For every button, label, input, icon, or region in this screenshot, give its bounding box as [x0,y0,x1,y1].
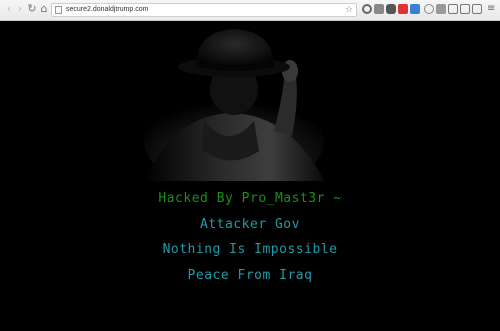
menu-icon[interactable]: ≡ [487,3,495,15]
extension-info-icon[interactable] [424,4,434,14]
extension-search-icon[interactable] [362,4,372,14]
extension-blue-icon[interactable] [410,4,420,14]
reload-icon[interactable]: ↻ [26,3,38,15]
hooded-figure-image [134,21,334,181]
address-bar[interactable]: secure2.donaldjtrump.com ☆ [51,3,357,17]
extension-cast-icon[interactable] [460,4,470,14]
page-icon [55,6,62,14]
hacked-by-message: Hacked By Pro_Mast3r ~ [158,191,342,206]
page-content: Hacked By Pro_Mast3r ~ Attacker Gov Noth… [0,21,500,331]
extension-shield-icon[interactable] [374,4,384,14]
browser-toolbar: ‹ › ↻ ⌂ secure2.donaldjtrump.com ☆ ≡ [0,0,500,21]
extension-red-icon[interactable] [398,4,408,14]
forward-arrow-icon[interactable]: › [14,3,26,15]
extension-window-icon[interactable] [472,4,482,14]
extension-bag-icon[interactable] [436,4,446,14]
peace-message: Peace From Iraq [187,268,313,283]
star-icon[interactable]: ☆ [345,4,353,16]
impossible-message: Nothing Is Impossible [162,242,338,257]
extension-lock-icon[interactable] [386,4,396,14]
extension-frame-icon[interactable] [448,4,458,14]
attacker-message: Attacker Gov [200,217,300,232]
home-icon[interactable]: ⌂ [38,3,50,15]
url-text[interactable]: secure2.donaldjtrump.com [66,4,149,16]
